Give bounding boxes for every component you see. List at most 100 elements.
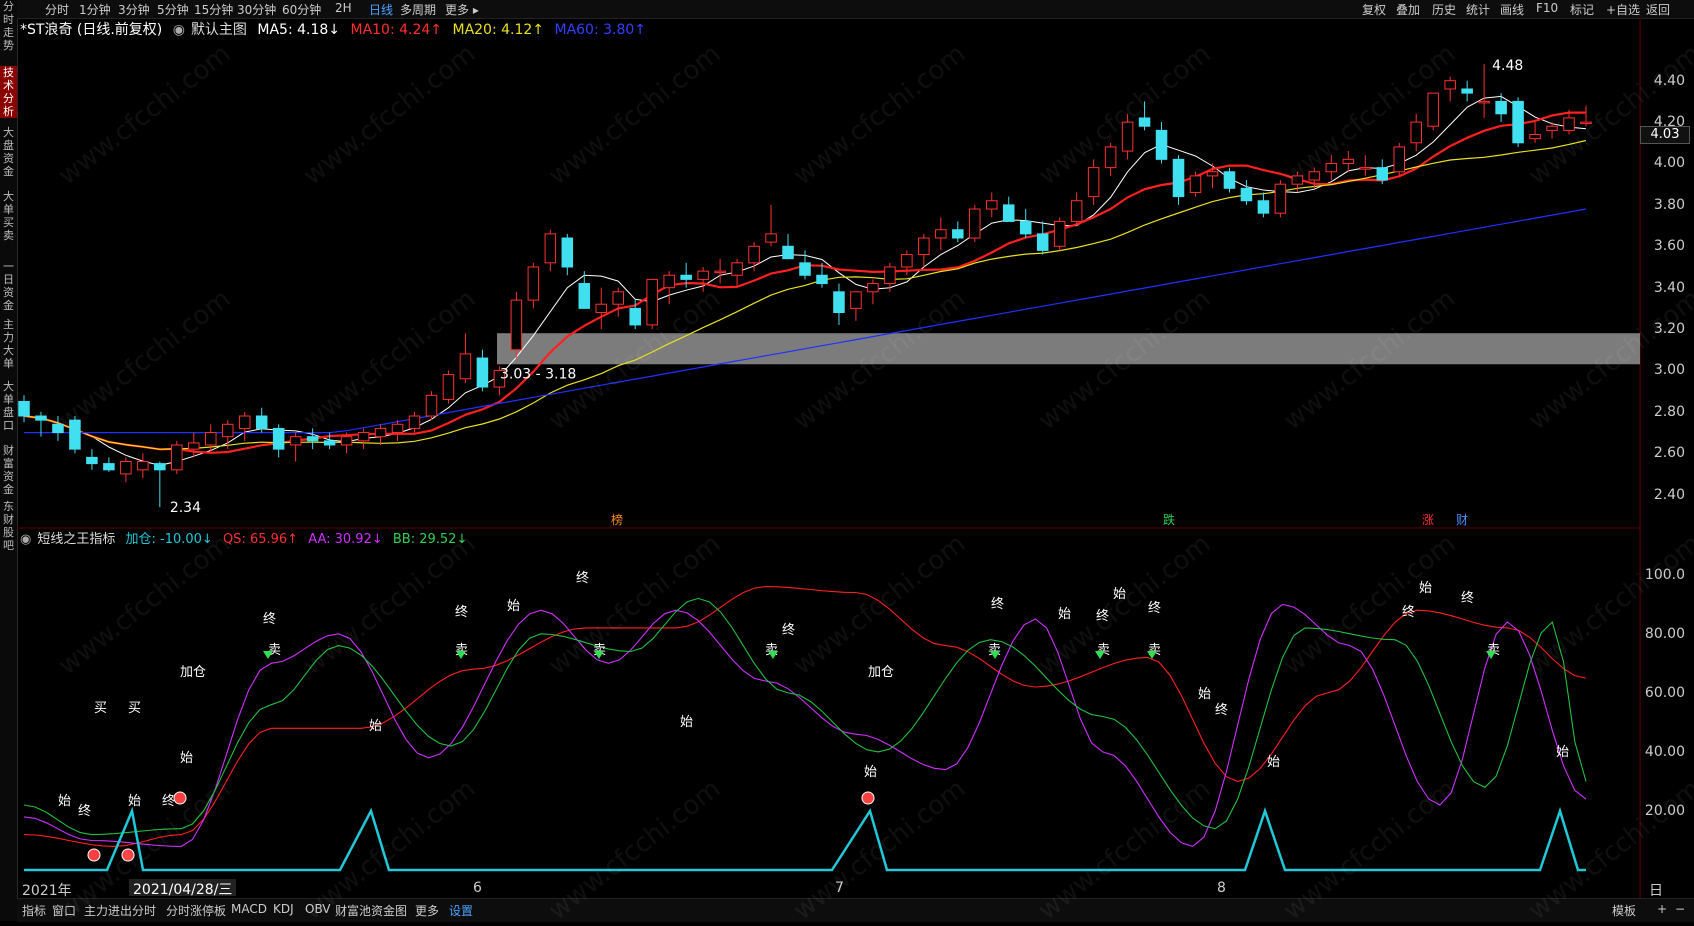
candle-body	[1478, 100, 1490, 104]
candle-body	[1223, 171, 1236, 189]
signal-label-14: 终	[782, 622, 795, 638]
zone-label: 3.03 - 3.18	[500, 366, 576, 382]
candle-body	[1376, 167, 1389, 181]
bottom-right-1[interactable]: +	[1657, 902, 1667, 916]
indicator-tick-3: 40.00	[1644, 743, 1685, 760]
candle-body	[188, 442, 200, 450]
candle-body	[1002, 204, 1015, 222]
candle-body	[748, 245, 760, 264]
signal-label-26: 终	[1215, 702, 1228, 718]
candle-body	[646, 278, 658, 326]
candle-body	[86, 456, 98, 465]
price-tick-10: 2.40	[1653, 486, 1685, 503]
buy-dot-0	[87, 848, 101, 862]
candle-body	[714, 270, 726, 274]
signal-label-8: 终	[455, 604, 468, 620]
candle-body	[18, 401, 30, 417]
signal-label-2: 始	[128, 794, 141, 809]
bottom-tab-3[interactable]: 分时涨停板	[166, 902, 226, 919]
bottom-right-0[interactable]: 模板	[1612, 902, 1636, 919]
candle-body	[1410, 121, 1422, 144]
candle-body	[1019, 220, 1032, 235]
candle-body	[1359, 167, 1372, 170]
price-tick-2: 4.00	[1653, 155, 1685, 172]
event-marker-3: 财	[1456, 513, 1468, 527]
signal-label-31: 卖	[1487, 643, 1500, 658]
candle-body	[697, 270, 709, 280]
signal-label-32: 始	[1556, 745, 1569, 760]
price-tick-9: 2.60	[1653, 445, 1685, 462]
price-axis: 4.40 4.20 4.00 3.80 3.60 3.40 3.20 3.00 2.80 2.60…	[1640, 18, 1694, 898]
signal-label-30: 终	[1461, 590, 1474, 606]
candle-body	[35, 415, 47, 421]
signal-label-1: 终	[78, 803, 91, 819]
price-tick-7: 3.00	[1653, 362, 1685, 379]
candle-body	[1427, 92, 1439, 127]
indicator-tick-2: 60.00	[1644, 684, 1685, 701]
candle-body	[1529, 134, 1541, 140]
candle-body	[1036, 233, 1049, 251]
bottom-right-2[interactable]: −	[1675, 902, 1685, 916]
candle-body	[595, 303, 608, 314]
candle-body	[154, 463, 166, 471]
candle-body	[985, 200, 998, 210]
candle-body	[1257, 200, 1270, 214]
candle-body	[629, 307, 641, 326]
price-tick-3: 3.80	[1653, 196, 1685, 213]
bottom-tab-7[interactable]: 财富池资金图	[335, 902, 407, 919]
candle-body	[765, 233, 777, 243]
candle-body	[1342, 158, 1355, 164]
candle-body	[476, 357, 489, 388]
candle-body	[935, 229, 947, 239]
date-month-8: 8	[1217, 880, 1226, 896]
candle-body	[255, 415, 268, 429]
candle-body	[663, 274, 675, 289]
high-label: 4.48	[1492, 58, 1523, 74]
bottom-toolbar: 指标 窗口 主力进出分时 分时涨停板 MACD KDJ OBV 财富池资金图 更多 设置 模板 + −	[17, 898, 1694, 922]
candle-body	[408, 415, 421, 429]
bottom-tab-8[interactable]: 更多	[415, 902, 439, 919]
current-price-tag: 4.03	[1640, 126, 1690, 144]
candle-body	[272, 427, 285, 450]
candle-body	[952, 229, 964, 239]
candle-body	[1070, 200, 1083, 222]
candle-body	[1087, 167, 1100, 198]
buy-label-1: 买	[128, 701, 141, 716]
candle-body	[816, 274, 828, 285]
signal-label-19: 始	[1058, 607, 1071, 622]
candle-body	[289, 436, 302, 446]
signal-label-25: 始	[1198, 687, 1211, 702]
candle-body	[612, 291, 625, 305]
candle-body	[1495, 100, 1507, 115]
candle-body	[1206, 171, 1219, 177]
candle-body	[171, 444, 183, 471]
buy-label-0: 买	[94, 701, 107, 716]
candle-body	[527, 266, 540, 301]
candle-body	[1444, 80, 1456, 90]
date-month-6: 6	[473, 880, 482, 896]
candle-body	[306, 436, 319, 442]
signal-label-24: 卖	[1148, 643, 1161, 658]
candle-body	[221, 423, 234, 438]
low-label: 2.34	[170, 500, 201, 516]
candle-body	[1155, 129, 1168, 160]
signal-label-13: 始	[680, 715, 693, 730]
signal-label-17: 终	[991, 596, 1004, 612]
bottom-tab-4[interactable]: MACD	[231, 902, 267, 916]
bottom-tab-0[interactable]: 指标	[22, 902, 46, 919]
bottom-tab-5[interactable]: KDJ	[273, 902, 294, 916]
candle-body	[1172, 158, 1185, 198]
signal-label-7: 始	[369, 719, 382, 734]
candle-body	[731, 262, 743, 276]
candle-body	[1461, 88, 1473, 94]
candle-body	[680, 274, 692, 280]
candle-body	[340, 436, 353, 446]
bottom-tab-9[interactable]: 设置	[449, 902, 473, 919]
candle-body	[799, 262, 811, 276]
candle-body	[561, 237, 574, 268]
signal-label-5: 终	[263, 611, 276, 627]
signal-label-10: 始	[507, 599, 520, 614]
candle-body	[238, 415, 251, 429]
signal-label-16: 始	[864, 765, 877, 780]
candle-body	[442, 374, 455, 400]
